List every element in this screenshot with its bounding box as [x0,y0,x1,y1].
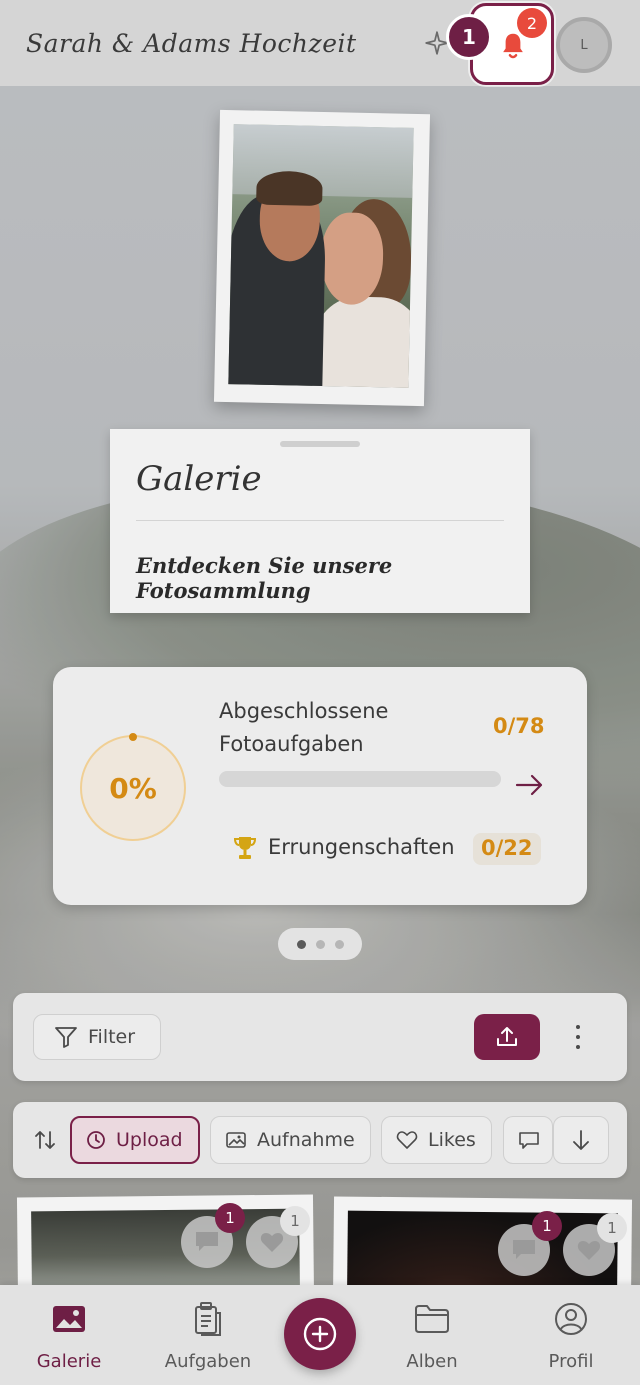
nav-item-label: Galerie [36,1351,102,1372]
upload-icon [497,1027,517,1046]
arrow-down-icon [573,1130,589,1150]
image-icon [226,1132,246,1148]
user-icon [555,1303,587,1335]
drag-handle[interactable] [280,441,360,447]
tour-step-badge: 1 [446,14,492,60]
nav-item-label: Alben [406,1351,458,1372]
image-icon [53,1306,85,1332]
sort-chip-label: Upload [116,1129,183,1151]
tasks-progress-bar [219,771,501,787]
filter-toolbar: Filter [13,993,627,1081]
sort-chip-label: Likes [428,1129,476,1151]
nav-item-galerie[interactable]: Galerie [14,1301,124,1372]
clipboard-icon [195,1302,221,1336]
pager-dot[interactable] [315,939,325,949]
progress-ring: 0% [80,735,186,841]
comment-count-badge: 1 [532,1211,562,1241]
heart-icon [577,1241,601,1260]
achievements-label: Errungenschaften [268,835,455,859]
avatar[interactable]: L [556,17,612,73]
upload-button[interactable] [474,1014,540,1060]
like-count-badge: 1 [280,1206,310,1236]
sort-chip-label: Aufnahme [257,1129,355,1151]
pager-dot[interactable] [334,939,344,949]
tasks-label: Abgeschlossene Fotoaufgaben [219,699,389,756]
comment-icon [196,1232,218,1251]
achievements-count: 0/22 [473,833,541,865]
filter-label: Filter [88,1026,136,1048]
carousel-pager[interactable] [278,928,362,960]
nav-item-aufgaben[interactable]: Aufgaben [153,1301,263,1372]
sort-chip-aufnahme[interactable]: Aufnahme [210,1116,371,1164]
gallery-card: Galerie Entdecken Sie unsere Fotosammlun… [110,429,530,613]
app-title: Sarah & Adams Hochzeit [26,28,357,58]
clock-icon [87,1131,105,1149]
sort-icon[interactable] [33,1128,57,1152]
add-photo-button[interactable] [284,1298,356,1370]
gallery-subtitle: Entdecken Sie unsere Fotosammlung [136,553,393,603]
filter-button[interactable]: Filter [33,1014,161,1060]
nav-item-label: Profil [548,1351,594,1372]
more-options-icon[interactable] [569,1019,587,1055]
heart-icon [396,1131,418,1149]
trophy-icon [233,837,257,859]
sort-chip-comments[interactable] [503,1116,553,1164]
heart-icon [260,1233,284,1252]
progress-ring-dot [129,733,137,741]
nav-item-alben[interactable]: Alben [377,1301,487,1372]
comment-icon [519,1132,539,1149]
divider [136,520,504,521]
comment-count-badge: 1 [215,1203,245,1233]
comment-icon [513,1240,535,1259]
avatar-initial: L [580,37,588,53]
arrow-right-icon[interactable] [515,773,545,797]
sort-chip-upload[interactable]: Upload [70,1116,200,1164]
nav-item-profil[interactable]: Profil [516,1301,626,1372]
nav-item-label: Aufgaben [164,1351,252,1372]
pager-dot[interactable] [296,939,306,949]
sort-chip-likes[interactable]: Likes [381,1116,492,1164]
plus-circle-icon [303,1317,337,1351]
hero-photo [213,109,431,407]
folder-icon [415,1305,449,1333]
sort-direction-button[interactable] [553,1116,609,1164]
tasks-count: 0/78 [493,714,545,738]
gallery-title: Galerie [136,459,262,499]
filter-icon [55,1027,77,1048]
notification-count-badge: 2 [517,8,547,38]
progress-card[interactable]: 0% Abgeschlossene Fotoaufgaben 0/78 Erru… [53,667,587,905]
progress-percent: 0% [109,771,157,805]
like-count-badge: 1 [597,1213,627,1243]
sort-toolbar: Upload Aufnahme Likes [13,1102,627,1178]
